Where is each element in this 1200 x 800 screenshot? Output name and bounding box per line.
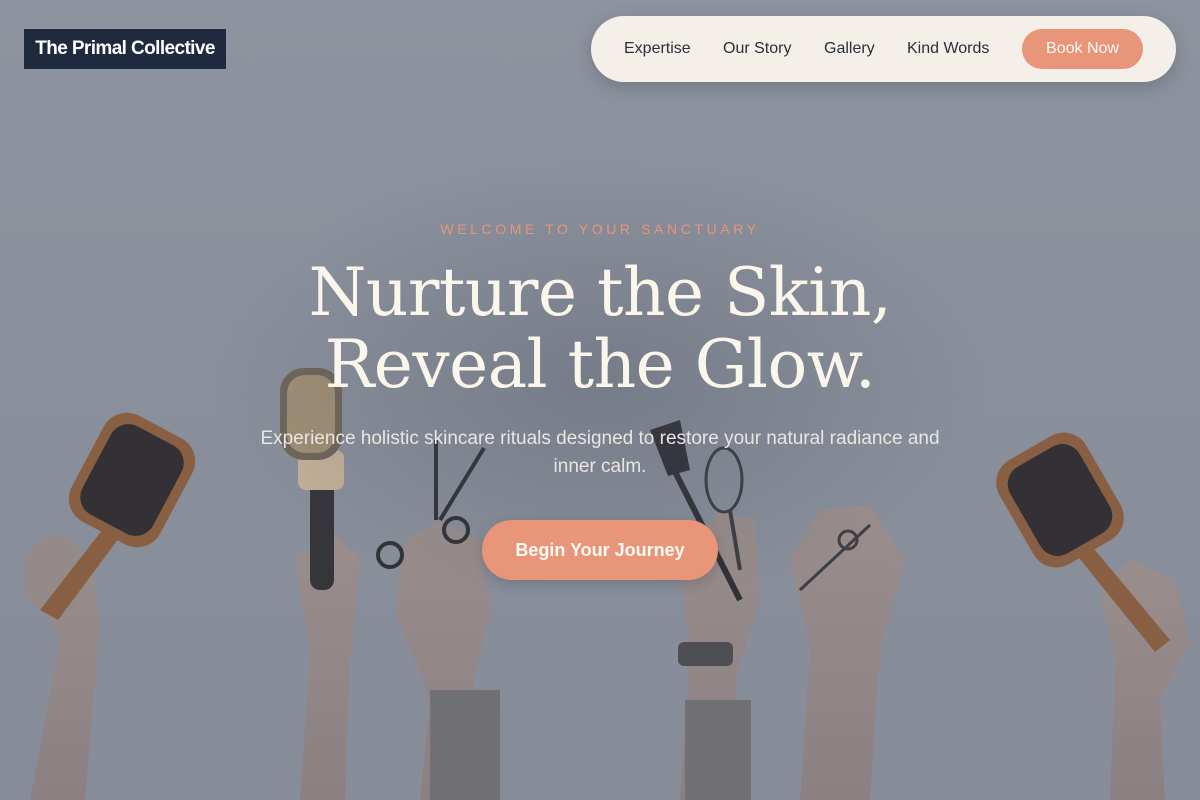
hero-eyebrow: WELCOME TO YOUR SANCTUARY <box>440 221 760 237</box>
nav-link-gallery[interactable]: Gallery <box>824 16 875 82</box>
brand-logo[interactable]: The Primal Collective <box>24 29 226 69</box>
nav-link-expertise[interactable]: Expertise <box>624 16 691 82</box>
hero-subtext: Experience holistic skincare rituals des… <box>260 428 940 477</box>
book-now-button[interactable]: Book Now <box>1022 29 1143 69</box>
hero-headline-line-2: Reveal the Glow. <box>324 326 876 403</box>
brand-logo-text: The Primal Collective <box>35 38 215 59</box>
hero-headline-line-1: Nurture the Skin, <box>308 254 892 331</box>
top-navigation: Expertise Our Story Gallery Kind Words B… <box>591 16 1176 82</box>
nav-link-kind-words[interactable]: Kind Words <box>907 16 989 82</box>
nav-link-our-story[interactable]: Our Story <box>723 16 791 82</box>
hero-headline: Nurture the Skin, Reveal the Glow. <box>0 257 1200 401</box>
begin-journey-button[interactable]: Begin Your Journey <box>482 520 718 580</box>
